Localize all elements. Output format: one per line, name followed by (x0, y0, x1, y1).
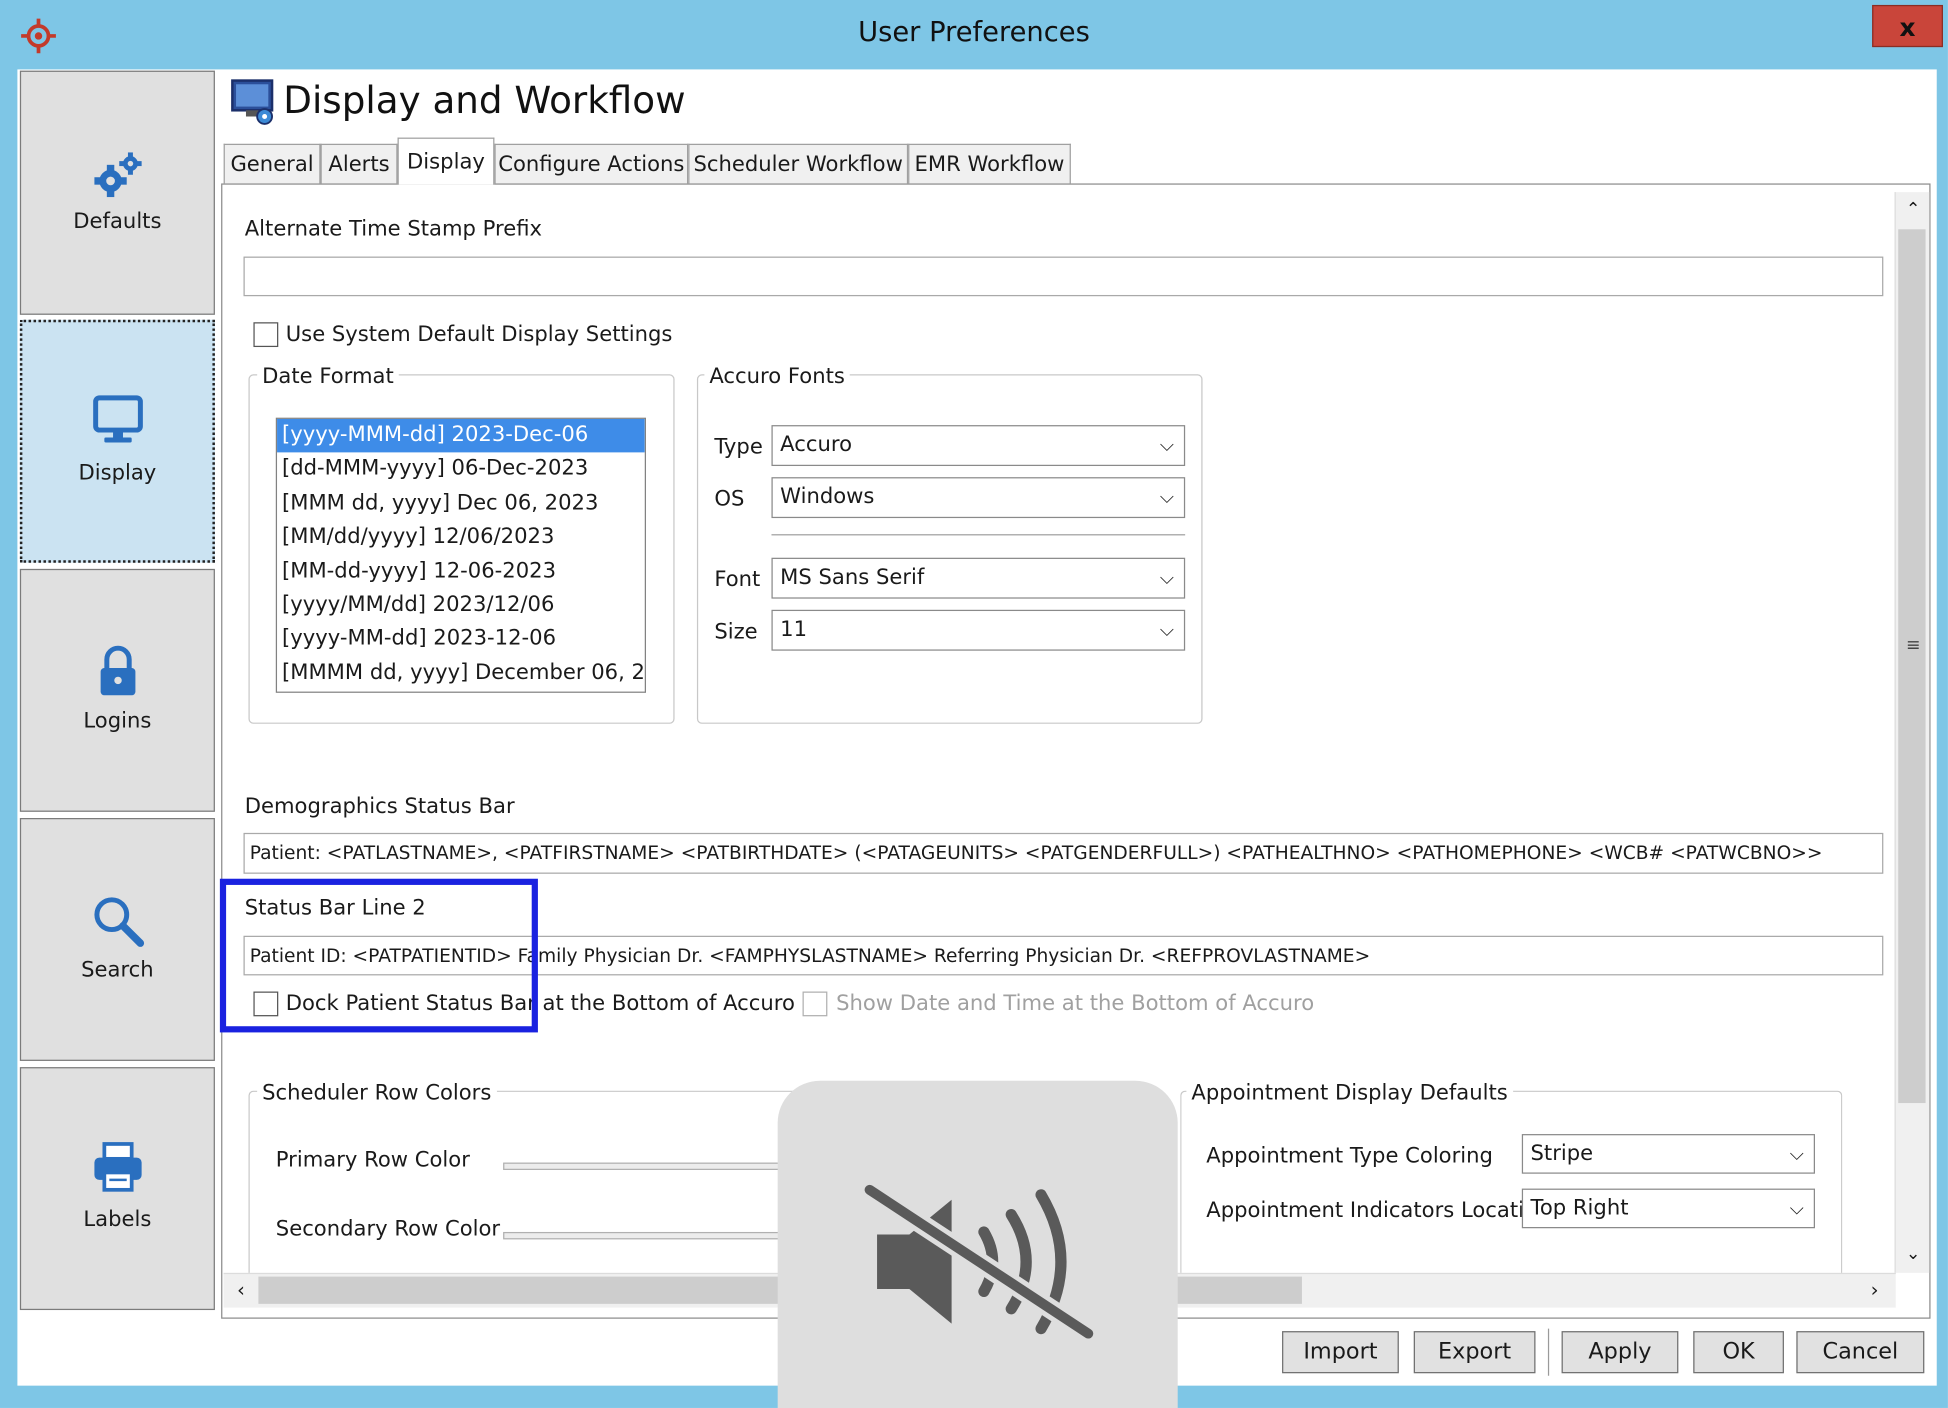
sidebar-item-search[interactable]: Search (19, 818, 215, 1061)
list-item[interactable]: [yyyy-MMM-dd] 2023-Dec-06 (277, 418, 645, 453)
display-settings-icon (231, 79, 274, 125)
font-type-select[interactable]: Accuro ⌵ (771, 425, 1186, 467)
font-divider (771, 534, 1186, 536)
appointment-coloring-value: Stripe (1530, 1141, 1594, 1167)
date-format-list[interactable]: [yyyy-MMM-dd] 2023-Dec-06 [dd-MMM-yyyy] … (275, 417, 646, 693)
volume-muted-overlay (777, 1080, 1178, 1408)
sidebar-item-label: Search (81, 958, 154, 983)
demographics-status-input[interactable]: Patient: <PATLASTNAME>, <PATFIRSTNAME> <… (243, 832, 1884, 874)
use-system-default-checkbox[interactable] (253, 322, 279, 348)
appointment-indicators-label: Appointment Indicators Location (1206, 1198, 1551, 1224)
scheduler-row-colors-title: Scheduler Row Colors (257, 1080, 497, 1106)
button-separator (1547, 1328, 1550, 1376)
scroll-left-icon[interactable]: ‹ (227, 1277, 254, 1304)
cancel-button[interactable]: Cancel (1796, 1331, 1925, 1374)
list-item[interactable]: [yyyy/MM/dd] 2023/12/06 (277, 589, 645, 623)
font-os-select[interactable]: Windows ⌵ (771, 477, 1186, 519)
scroll-right-icon[interactable]: › (1861, 1277, 1888, 1304)
scheduler-row-colors-group (248, 1090, 820, 1289)
font-type-label: Type (714, 435, 763, 460)
export-button[interactable]: Export (1413, 1331, 1536, 1374)
magnifier-icon (93, 897, 144, 947)
page-title: Display and Workflow (283, 79, 686, 123)
gears-icon (93, 152, 142, 198)
appointment-indicators-value: Top Right (1530, 1196, 1629, 1221)
grip-icon: ≡ (1905, 635, 1921, 656)
apply-button[interactable]: Apply (1561, 1331, 1679, 1374)
list-item[interactable]: [MM-dd-yyyy] 12-06-2023 (277, 555, 645, 589)
font-type-value: Accuro (780, 432, 853, 458)
font-size-select[interactable]: 11 ⌵ (771, 609, 1186, 651)
chevron-down-icon: ⌵ (1159, 618, 1174, 641)
list-item[interactable]: [dd-MMM-yyyy] 06-Dec-2023 (277, 453, 645, 487)
lock-icon (100, 645, 135, 696)
window-title: User Preferences (858, 17, 1090, 49)
list-item[interactable]: [MMMM dd, yyyy] December 06, 2023 (277, 657, 645, 691)
primary-row-color-label: Primary Row Color (275, 1147, 470, 1173)
speaker-muted-icon (864, 1181, 1094, 1342)
appointment-coloring-select[interactable]: Stripe ⌵ (1521, 1134, 1816, 1174)
font-size-value: 11 (780, 617, 808, 643)
scroll-down-icon[interactable]: ⌄ (1899, 1241, 1926, 1268)
chevron-down-icon: ⌵ (1159, 485, 1174, 509)
font-size-label: Size (714, 619, 758, 645)
list-item[interactable]: [MM/dd/yyyy] 12/06/2023 (277, 521, 645, 555)
font-name-value: MS Sans Serif (780, 565, 925, 590)
printer-icon (93, 1142, 142, 1192)
chevron-down-icon: ⌵ (1789, 1142, 1804, 1166)
alt-timestamp-label: Alternate Time Stamp Prefix (244, 216, 543, 242)
import-button[interactable]: Import (1282, 1331, 1399, 1374)
sidebar-item-display[interactable]: Display (19, 319, 215, 563)
demographics-status-label: Demographics Status Bar (244, 794, 515, 820)
scroll-up-icon[interactable]: ⌃ (1899, 196, 1926, 223)
secondary-row-color-label: Secondary Row Color (275, 1217, 501, 1242)
sidebar-item-defaults[interactable]: Defaults (19, 70, 215, 315)
sidebar-item-label: Display (78, 461, 157, 486)
sidebar-item-logins[interactable]: Logins (19, 568, 215, 812)
list-item[interactable]: [MMM dd, yyyy] Dec 06, 2023 (277, 487, 645, 521)
accuro-fonts-title: Accuro Fonts (704, 364, 850, 390)
show-datetime-checkbox[interactable] (802, 991, 828, 1017)
chevron-down-icon: ⌵ (1789, 1197, 1804, 1220)
alt-timestamp-input[interactable] (243, 256, 1884, 297)
font-name-label: Font (714, 567, 761, 593)
font-os-value: Windows (780, 484, 875, 510)
tab-display[interactable]: Display (397, 137, 495, 185)
tab-alerts[interactable]: Alerts (320, 143, 398, 184)
sidebar-item-labels[interactable]: Labels (19, 1067, 215, 1311)
sidebar-item-label: Defaults (73, 209, 162, 235)
highlight-box (219, 878, 538, 1033)
font-os-label: OS (714, 487, 745, 512)
show-datetime-label: Show Date and Time at the Bottom of Accu… (836, 991, 1315, 1017)
tab-general[interactable]: General (223, 143, 321, 184)
font-name-select[interactable]: MS Sans Serif ⌵ (771, 557, 1186, 599)
monitor-icon (92, 395, 143, 443)
appointment-defaults-title: Appointment Display Defaults (1186, 1080, 1513, 1106)
vertical-scrollbar[interactable]: ⌃ ≡ ⌄ (1894, 192, 1930, 1273)
primary-row-color-swatch[interactable] (503, 1162, 792, 1170)
close-button[interactable]: x (1872, 4, 1943, 48)
date-format-title: Date Format (257, 364, 399, 390)
tab-configure-actions[interactable]: Configure Actions (494, 143, 689, 184)
sidebar-item-label: Labels (83, 1207, 152, 1232)
tab-scheduler-workflow[interactable]: Scheduler Workflow (688, 143, 909, 184)
vertical-scroll-thumb[interactable] (1898, 229, 1926, 1104)
list-item[interactable]: [yyyy-MM-dd] 2023-12-06 (277, 623, 645, 657)
chevron-down-icon: ⌵ (1159, 566, 1174, 589)
use-system-default-label: Use System Default Display Settings (285, 322, 673, 348)
appointment-coloring-label: Appointment Type Coloring (1206, 1143, 1493, 1169)
tab-emr-workflow[interactable]: EMR Workflow (908, 143, 1071, 184)
appointment-indicators-select[interactable]: Top Right ⌵ (1521, 1188, 1816, 1229)
chevron-down-icon: ⌵ (1159, 433, 1174, 457)
ok-button[interactable]: OK (1693, 1331, 1784, 1374)
secondary-row-color-swatch[interactable] (503, 1231, 792, 1240)
sidebar-item-label: Logins (83, 708, 152, 734)
